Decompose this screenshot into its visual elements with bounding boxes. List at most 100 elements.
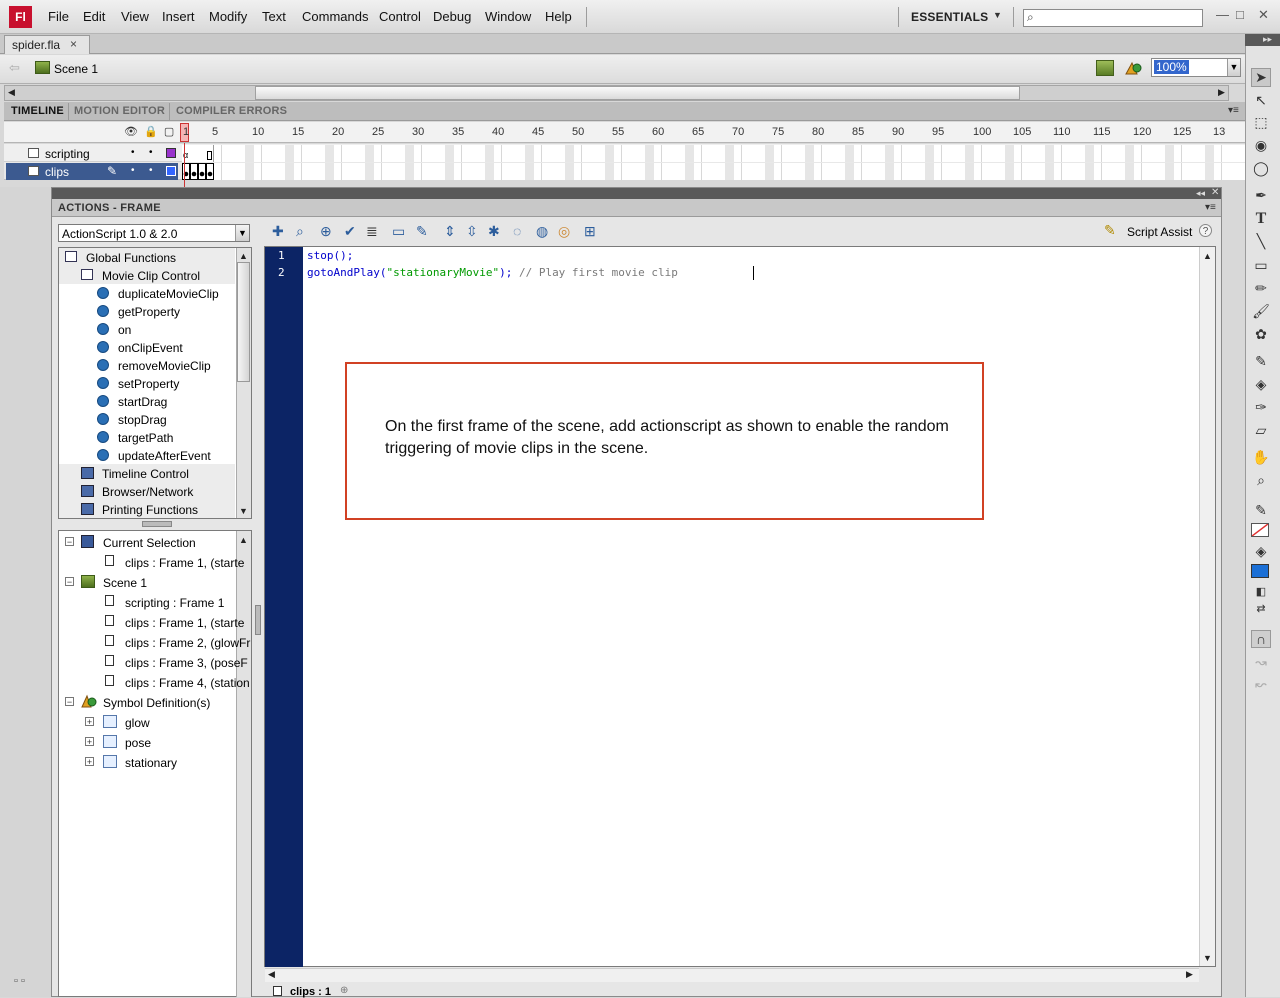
toolbox-item[interactable]: Movie Clip Control xyxy=(102,269,200,283)
toolbox-item[interactable]: targetPath xyxy=(118,431,173,445)
scroll-up-icon[interactable]: ▲ xyxy=(239,535,248,545)
back-arrow-icon[interactable]: ⇦ xyxy=(9,60,20,76)
toolbox-item[interactable]: updateAfterEvent xyxy=(118,449,211,463)
frame-cells[interactable] xyxy=(214,145,1245,162)
navigator-item[interactable]: clips : Frame 2, (glowFr xyxy=(125,636,250,650)
menu-modify[interactable]: Modify xyxy=(209,9,247,24)
tab-compiler-errors[interactable]: COMPILER ERRORS xyxy=(176,105,287,117)
expand-all-icon[interactable]: ✱ xyxy=(488,223,500,240)
menu-edit[interactable]: Edit xyxy=(83,9,105,24)
toolbox-item[interactable]: Timeline Control xyxy=(102,467,189,481)
panel-drag-bar[interactable] xyxy=(52,188,1221,199)
lock-dot[interactable]: • xyxy=(149,165,153,176)
collapse-selection-icon[interactable]: ⇳ xyxy=(466,223,478,240)
toolbox-item[interactable]: on xyxy=(118,323,131,337)
expand-icon[interactable]: + xyxy=(85,737,94,747)
expand-icon[interactable]: + xyxy=(85,717,94,727)
scroll-down-icon[interactable]: ▼ xyxy=(239,506,248,516)
line-tool-icon[interactable]: ╲ xyxy=(1251,233,1271,250)
magic-wand-icon[interactable]: ✎ xyxy=(1104,222,1116,239)
rectangle-tool-icon[interactable]: ▭ xyxy=(1251,257,1271,274)
toolbox-item[interactable]: Global Functions xyxy=(86,251,176,265)
collapse-between-icon[interactable]: ⇕ xyxy=(444,223,456,240)
maximize-icon[interactable]: □ xyxy=(1236,7,1244,22)
lock-icon[interactable]: 🔒 xyxy=(144,126,158,138)
black-white-icon[interactable]: ◧ xyxy=(1251,585,1271,598)
toolbox-item[interactable]: setProperty xyxy=(118,377,179,391)
fill-color-swatch[interactable] xyxy=(1251,564,1269,578)
zoom-tool-icon[interactable]: ⌕ xyxy=(1251,472,1271,489)
eraser-tool-icon[interactable]: ▱ xyxy=(1251,422,1271,439)
code-hint-icon[interactable]: ▭ xyxy=(392,223,405,240)
chevron-down-icon[interactable]: ▼ xyxy=(235,225,249,241)
scroll-up-icon[interactable]: ▲ xyxy=(239,251,248,261)
toolbox-item[interactable]: Browser/Network xyxy=(102,485,193,499)
bone-tool-icon[interactable]: ✎ xyxy=(1251,353,1271,370)
eyedropper-tool-icon[interactable]: ✑ xyxy=(1251,399,1271,416)
menu-window[interactable]: Window xyxy=(485,9,531,24)
menu-control[interactable]: Control xyxy=(379,9,421,24)
toolbox-item[interactable]: startDrag xyxy=(118,395,167,409)
smooth-icon[interactable]: ↝ xyxy=(1251,654,1271,671)
lock-dot[interactable]: • xyxy=(149,147,153,158)
panel-menu-icon[interactable]: ▾≡ xyxy=(1228,105,1239,116)
swap-colors-icon[interactable]: ⇄ xyxy=(1251,602,1271,615)
navigator-item[interactable]: clips : Frame 1, (starte xyxy=(125,616,244,630)
menu-view[interactable]: View xyxy=(121,9,149,24)
code-line[interactable]: gotoAndPlay("stationaryMovie"); // Play … xyxy=(307,266,678,279)
collapse-icon[interactable]: − xyxy=(65,697,74,707)
pin-script-icon[interactable]: ⊕ xyxy=(340,985,348,996)
line-comment-icon[interactable]: ◍ xyxy=(536,223,548,240)
text-tool-icon[interactable]: T xyxy=(1251,210,1271,228)
scroll-right-icon[interactable]: ▶ xyxy=(1218,87,1225,98)
toolbox-item[interactable]: Printing Functions xyxy=(102,503,198,517)
layer-color-swatch[interactable] xyxy=(166,166,176,176)
collapse-icon[interactable]: − xyxy=(65,577,74,587)
current-script-tab[interactable]: clips : 1 xyxy=(290,986,331,998)
stroke-color-swatch[interactable] xyxy=(1251,523,1269,537)
toolbox-item[interactable]: removeMovieClip xyxy=(118,359,211,373)
scrollbar-thumb[interactable] xyxy=(237,262,250,382)
code-line[interactable]: stop(); xyxy=(307,249,353,262)
debug-options-icon[interactable]: ✎ xyxy=(416,223,428,240)
eye-icon[interactable]: 👁 xyxy=(124,126,138,138)
toolbox-item[interactable]: stopDrag xyxy=(118,413,167,427)
scroll-left-icon[interactable]: ◀ xyxy=(268,969,275,980)
navigator-item[interactable]: clips : Frame 4, (station xyxy=(125,676,250,690)
subselection-tool-icon[interactable]: ↖ xyxy=(1251,92,1271,109)
tab-motion-editor[interactable]: MOTION EDITOR xyxy=(74,105,165,117)
pen-tool-icon[interactable]: ✒ xyxy=(1251,187,1271,204)
expand-icon[interactable]: + xyxy=(85,757,94,767)
collapse-panel-icon[interactable]: ◂◂ xyxy=(1196,188,1205,199)
toolbox-item[interactable]: onClipEvent xyxy=(118,341,183,355)
scroll-down-icon[interactable]: ▼ xyxy=(1203,953,1212,963)
keyframe-span[interactable] xyxy=(182,163,214,180)
paint-bucket-tool-icon[interactable]: ◈ xyxy=(1251,376,1271,393)
toolbox-item[interactable]: duplicateMovieClip xyxy=(118,287,219,301)
navigator-item[interactable]: Current Selection xyxy=(103,536,196,550)
navigator-item[interactable]: Symbol Definition(s) xyxy=(103,696,210,710)
stroke-color-icon[interactable]: ✎ xyxy=(1251,502,1271,519)
expand-panel-icon[interactable]: ▸▸ xyxy=(1263,34,1272,45)
menu-commands[interactable]: Commands xyxy=(302,9,368,24)
pencil-tool-icon[interactable]: ✏ xyxy=(1251,280,1271,297)
pane-splitter[interactable] xyxy=(142,521,172,527)
navigator-item[interactable]: pose xyxy=(125,736,151,750)
visibility-dot[interactable]: • xyxy=(131,165,135,176)
help-icon[interactable]: ? xyxy=(1199,224,1212,237)
frame-cells[interactable] xyxy=(214,163,1245,180)
minimize-icon[interactable]: — xyxy=(1216,7,1229,22)
add-item-icon[interactable]: ✚ xyxy=(272,223,284,240)
pane-splitter[interactable] xyxy=(255,605,261,635)
menu-debug[interactable]: Debug xyxy=(433,9,471,24)
hand-tool-icon[interactable]: ✋ xyxy=(1251,449,1271,466)
layer-name-clips[interactable]: clips xyxy=(45,165,69,179)
panel-menu-icon[interactable]: ▾≡ xyxy=(1205,202,1216,213)
collapse-icon[interactable]: − xyxy=(65,537,74,547)
layer-color-swatch[interactable] xyxy=(166,148,176,158)
editor-horizontal-scrollbar[interactable] xyxy=(265,968,1199,982)
3d-rotation-tool-icon[interactable]: ◉ xyxy=(1251,137,1271,154)
zoom-value[interactable]: 100% xyxy=(1154,60,1189,74)
find-icon[interactable]: ⌕ xyxy=(296,223,304,240)
visibility-dot[interactable]: • xyxy=(131,147,135,158)
